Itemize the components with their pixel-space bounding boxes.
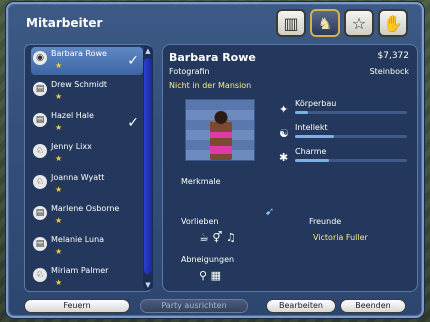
bunny-icon: ♘ [33, 175, 47, 189]
handshake-icon: ✋ [383, 13, 403, 33]
friends-label: Freunde [309, 217, 342, 226]
list-item[interactable]: ▤ Drew Schmidt ★ [31, 78, 143, 106]
skill-fill [295, 159, 329, 162]
employee-name: Miriam Palmer [51, 266, 109, 275]
bunny-icon: ♘ [33, 144, 47, 158]
cup-icon: ☕ [199, 231, 209, 244]
camera-icon: ◉ [33, 51, 47, 65]
charm-icon: ✱ [279, 151, 289, 164]
paper-icon: ▤ [33, 206, 47, 220]
detail-money: $7,372 [377, 51, 410, 61]
friend-name[interactable]: Victoria Fuller [313, 233, 368, 242]
skill-bar [295, 135, 407, 138]
skill-intellect: ☯ Intellekt [279, 123, 409, 143]
employee-name: Barbara Rowe [51, 49, 107, 58]
list-item[interactable]: ♘ Jenny Lixx ★ [31, 140, 143, 168]
skill-label: Körperbau [295, 99, 337, 108]
check-icon: ✓ [127, 115, 139, 131]
likes-label: Vorlieben [181, 217, 219, 226]
star-rating-icon: ★ [55, 61, 63, 70]
star-icon: ☆ [351, 13, 367, 33]
scroll-up-icon[interactable]: ▲ [143, 46, 153, 56]
party-button[interactable]: Party ausrichten [140, 299, 248, 313]
check-icon: ✓ [127, 53, 139, 69]
detail-status: Nicht in der Mansion [169, 81, 252, 90]
employee-name: Jenny Lixx [51, 142, 92, 151]
star-rating-icon: ★ [55, 216, 63, 225]
employee-name: Drew Schmidt [51, 80, 108, 89]
paper-icon: ▤ [33, 82, 47, 96]
book-icon: ▦ [210, 269, 221, 282]
star-button[interactable]: ☆ [344, 9, 374, 37]
skill-label: Intellekt [295, 123, 328, 132]
portrait-figure [210, 110, 232, 160]
list-item[interactable]: ▤ Hazel Hale ★ ✓ [31, 109, 143, 137]
star-rating-icon: ★ [55, 247, 63, 256]
skill-body: ✦ Körperbau [279, 99, 409, 119]
portrait-image [185, 99, 255, 161]
employee-list: ◉ Barbara Rowe ★ ✓ ▤ Drew Schmidt ★ ▤ Ha… [24, 44, 152, 292]
playboy-bunny-icon: ♞ [317, 13, 333, 33]
likes-icons: ☕ ⚥ ♫ [199, 231, 236, 244]
scroll-thumb[interactable] [144, 58, 152, 274]
traits-label: Merkmale [181, 177, 221, 186]
employee-name: Melanie Luna [51, 235, 105, 244]
bunny-icon: ♘ [33, 268, 47, 282]
star-rating-icon: ★ [55, 154, 63, 163]
list-item[interactable]: ◉ Barbara Rowe ★ ✓ [31, 47, 143, 75]
dislikes-label: Abneigungen [181, 255, 235, 264]
star-rating-icon: ★ [55, 278, 63, 287]
skill-charm: ✱ Charme [279, 147, 409, 167]
list-item[interactable]: ♘ Joanna Wyatt ★ [31, 171, 143, 199]
employee-detail-panel: Barbara Rowe $7,372 Fotografin Steinbock… [162, 44, 418, 292]
body-icon: ✦ [279, 103, 289, 116]
star-rating-icon: ★ [55, 185, 63, 194]
star-rating-icon: ★ [55, 92, 63, 101]
detail-zodiac: Steinbock [369, 67, 409, 76]
detail-name: Barbara Rowe [169, 51, 256, 64]
skill-fill [295, 135, 335, 138]
star-rating-icon: ★ [55, 123, 63, 132]
scroll-down-icon[interactable]: ▼ [143, 280, 153, 290]
list-item[interactable]: ♘ Miriam Palmer ★ [31, 264, 143, 291]
brain-icon: ☯ [279, 127, 289, 140]
fire-button[interactable]: Feuern [24, 299, 130, 313]
edit-button[interactable]: Bearbeiten [266, 299, 336, 313]
employee-name: Hazel Hale [51, 111, 94, 120]
employee-name: Joanna Wyatt [51, 173, 105, 182]
list-scrollbar[interactable]: ▲ ▼ [143, 46, 153, 290]
buildings-button[interactable]: ▥ [276, 9, 306, 37]
skill-bar [295, 159, 407, 162]
close-button[interactable]: Beenden [340, 299, 406, 313]
dialog-title: Mitarbeiter [26, 16, 103, 30]
magnifier-icon: ⚲ [199, 269, 208, 282]
detail-job: Fotografin [169, 67, 210, 76]
paper-icon: ▤ [33, 113, 47, 127]
paper-icon: ▤ [33, 237, 47, 251]
skill-bar [295, 111, 407, 114]
music-icon: ♫ [225, 231, 236, 244]
gender-icon: ⚥ [212, 231, 223, 244]
dislikes-icons: ⚲ ▦ [199, 269, 221, 282]
skill-label: Charme [295, 147, 327, 156]
skill-fill [295, 111, 309, 114]
list-item[interactable]: ▤ Marlene Osborne ★ [31, 202, 143, 230]
buildings-icon: ▥ [283, 13, 299, 33]
handshake-button[interactable]: ✋ [378, 9, 408, 37]
employees-tab-button[interactable]: ♞ [310, 9, 340, 37]
list-item[interactable]: ▤ Melanie Luna ★ [31, 233, 143, 261]
employees-dialog: Mitarbeiter ▥ ♞ ☆ ✋ ◉ Barbara Rowe ★ ✓ ▤… [6, 2, 424, 318]
cursor-icon: ➹ [265, 205, 275, 218]
employee-name: Marlene Osborne [51, 204, 120, 213]
